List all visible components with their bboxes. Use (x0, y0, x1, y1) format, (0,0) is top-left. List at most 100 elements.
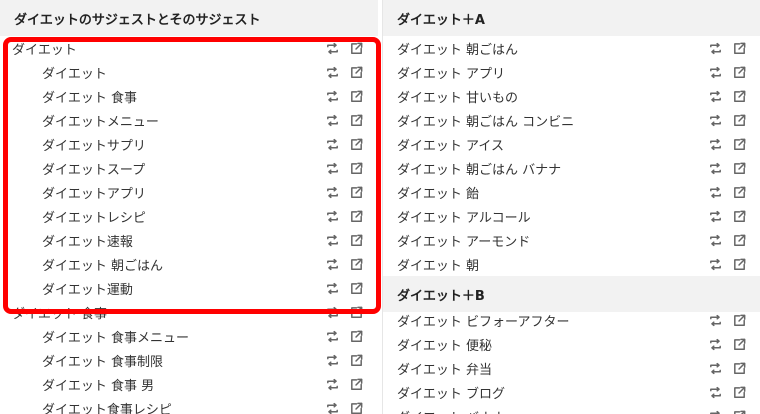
repeat-arrows-icon[interactable] (324, 352, 340, 368)
suggest-label[interactable]: ダイエット食事レシピ (0, 399, 324, 414)
suggest-label[interactable]: ダイエット アイス (383, 135, 707, 154)
repeat-arrows-icon[interactable] (324, 136, 340, 152)
repeat-arrows-icon[interactable] (324, 304, 340, 320)
external-link-icon[interactable] (348, 136, 364, 152)
suggest-label[interactable]: ダイエット バナナ (383, 407, 707, 414)
suggest-row[interactable]: ダイエットスープ (0, 156, 378, 180)
suggest-label[interactable]: ダイエット アーモンド (383, 231, 707, 250)
repeat-arrows-icon[interactable] (707, 136, 723, 152)
suggest-label[interactable]: ダイエット速報 (0, 231, 324, 250)
suggest-row[interactable]: ダイエット 朝 (383, 252, 760, 276)
external-link-icon[interactable] (731, 256, 747, 272)
external-link-icon[interactable] (348, 232, 364, 248)
external-link-icon[interactable] (348, 256, 364, 272)
external-link-icon[interactable] (348, 304, 364, 320)
suggest-row[interactable]: ダイエット アーモンド (383, 228, 760, 252)
suggest-row[interactable]: ダイエット 食事メニュー (0, 324, 378, 348)
suggest-label[interactable]: ダイエット 飴 (383, 183, 707, 202)
suggest-label[interactable]: ダイエット ビフォーアフター (383, 311, 707, 330)
repeat-arrows-icon[interactable] (324, 40, 340, 56)
suggest-label[interactable]: ダイエット 食事制限 (0, 351, 324, 370)
suggest-row[interactable]: ダイエット 朝ごはん (0, 252, 378, 276)
suggest-label[interactable]: ダイエット (0, 63, 324, 82)
repeat-arrows-icon[interactable] (707, 184, 723, 200)
suggest-row[interactable]: ダイエット 甘いもの (383, 84, 760, 108)
suggest-label[interactable]: ダイエット 甘いもの (383, 87, 707, 106)
repeat-arrows-icon[interactable] (707, 208, 723, 224)
suggest-label[interactable]: ダイエット 朝 (383, 255, 707, 274)
external-link-icon[interactable] (348, 160, 364, 176)
external-link-icon[interactable] (731, 208, 747, 224)
external-link-icon[interactable] (348, 88, 364, 104)
suggest-label[interactable]: ダイエットメニュー (0, 111, 324, 130)
suggest-label[interactable]: ダイエット 朝ごはん (0, 255, 324, 274)
external-link-icon[interactable] (731, 112, 747, 128)
repeat-arrows-icon[interactable] (324, 112, 340, 128)
suggest-row[interactable]: ダイエット 食事制限 (0, 348, 378, 372)
external-link-icon[interactable] (348, 184, 364, 200)
suggest-row[interactable]: ダイエット 朝ごはん コンビニ (383, 108, 760, 132)
repeat-arrows-icon[interactable] (324, 328, 340, 344)
suggest-label[interactable]: ダイエット 朝ごはん コンビニ (383, 111, 707, 130)
external-link-icon[interactable] (731, 336, 747, 352)
suggest-label[interactable]: ダイエット 食事 男 (0, 375, 324, 394)
external-link-icon[interactable] (348, 112, 364, 128)
repeat-arrows-icon[interactable] (324, 208, 340, 224)
repeat-arrows-icon[interactable] (324, 64, 340, 80)
suggest-row[interactable]: ダイエット 朝ごはん バナナ (383, 156, 760, 180)
suggest-row[interactable]: ダイエット アプリ (383, 60, 760, 84)
suggest-row[interactable]: ダイエット 食事 (0, 84, 378, 108)
suggest-label[interactable]: ダイエット ブログ (383, 383, 707, 402)
repeat-arrows-icon[interactable] (707, 256, 723, 272)
suggest-label[interactable]: ダイエット 便秘 (383, 335, 707, 354)
repeat-arrows-icon[interactable] (324, 376, 340, 392)
suggest-row[interactable]: ダイエットメニュー (0, 108, 378, 132)
suggest-label[interactable]: ダイエット 食事 (0, 87, 324, 106)
repeat-arrows-icon[interactable] (707, 336, 723, 352)
external-link-icon[interactable] (731, 136, 747, 152)
external-link-icon[interactable] (348, 352, 364, 368)
external-link-icon[interactable] (731, 312, 747, 328)
suggest-label[interactable]: ダイエットレシピ (0, 207, 324, 226)
suggest-label[interactable]: ダイエット 食事 (0, 303, 324, 322)
suggest-row[interactable]: ダイエット (0, 36, 378, 60)
external-link-icon[interactable] (348, 64, 364, 80)
suggest-label[interactable]: ダイエット 朝ごはん バナナ (383, 159, 707, 178)
external-link-icon[interactable] (731, 40, 747, 56)
repeat-arrows-icon[interactable] (707, 408, 723, 414)
repeat-arrows-icon[interactable] (707, 360, 723, 376)
repeat-arrows-icon[interactable] (324, 88, 340, 104)
repeat-arrows-icon[interactable] (324, 184, 340, 200)
external-link-icon[interactable] (731, 160, 747, 176)
suggest-label[interactable]: ダイエットサプリ (0, 135, 324, 154)
repeat-arrows-icon[interactable] (707, 384, 723, 400)
external-link-icon[interactable] (731, 408, 747, 414)
suggest-row[interactable]: ダイエット 弁当 (383, 356, 760, 380)
external-link-icon[interactable] (731, 232, 747, 248)
repeat-arrows-icon[interactable] (707, 112, 723, 128)
suggest-label[interactable]: ダイエット アルコール (383, 207, 707, 226)
repeat-arrows-icon[interactable] (707, 312, 723, 328)
repeat-arrows-icon[interactable] (324, 232, 340, 248)
external-link-icon[interactable] (731, 184, 747, 200)
suggest-row[interactable]: ダイエットサプリ (0, 132, 378, 156)
repeat-arrows-icon[interactable] (707, 232, 723, 248)
suggest-row[interactable]: ダイエット 朝ごはん (383, 36, 760, 60)
suggest-row[interactable]: ダイエット ブログ (383, 380, 760, 404)
suggest-label[interactable]: ダイエット運動 (0, 279, 324, 298)
suggest-label[interactable]: ダイエットスープ (0, 159, 324, 178)
external-link-icon[interactable] (348, 376, 364, 392)
suggest-label[interactable]: ダイエット 食事メニュー (0, 327, 324, 346)
suggest-row[interactable]: ダイエット 食事 男 (0, 372, 378, 396)
repeat-arrows-icon[interactable] (707, 64, 723, 80)
suggest-row[interactable]: ダイエット (0, 60, 378, 84)
external-link-icon[interactable] (731, 360, 747, 376)
suggest-row[interactable]: ダイエット運動 (0, 276, 378, 300)
suggest-row[interactable]: ダイエット アイス (383, 132, 760, 156)
suggest-row[interactable]: ダイエットレシピ (0, 204, 378, 228)
suggest-row[interactable]: ダイエット食事レシピ (0, 396, 378, 414)
suggest-row[interactable]: ダイエット 便秘 (383, 332, 760, 356)
suggest-label[interactable]: ダイエット 弁当 (383, 359, 707, 378)
suggest-row[interactable]: ダイエットアプリ (0, 180, 378, 204)
suggest-row[interactable]: ダイエット ビフォーアフター (383, 308, 760, 332)
